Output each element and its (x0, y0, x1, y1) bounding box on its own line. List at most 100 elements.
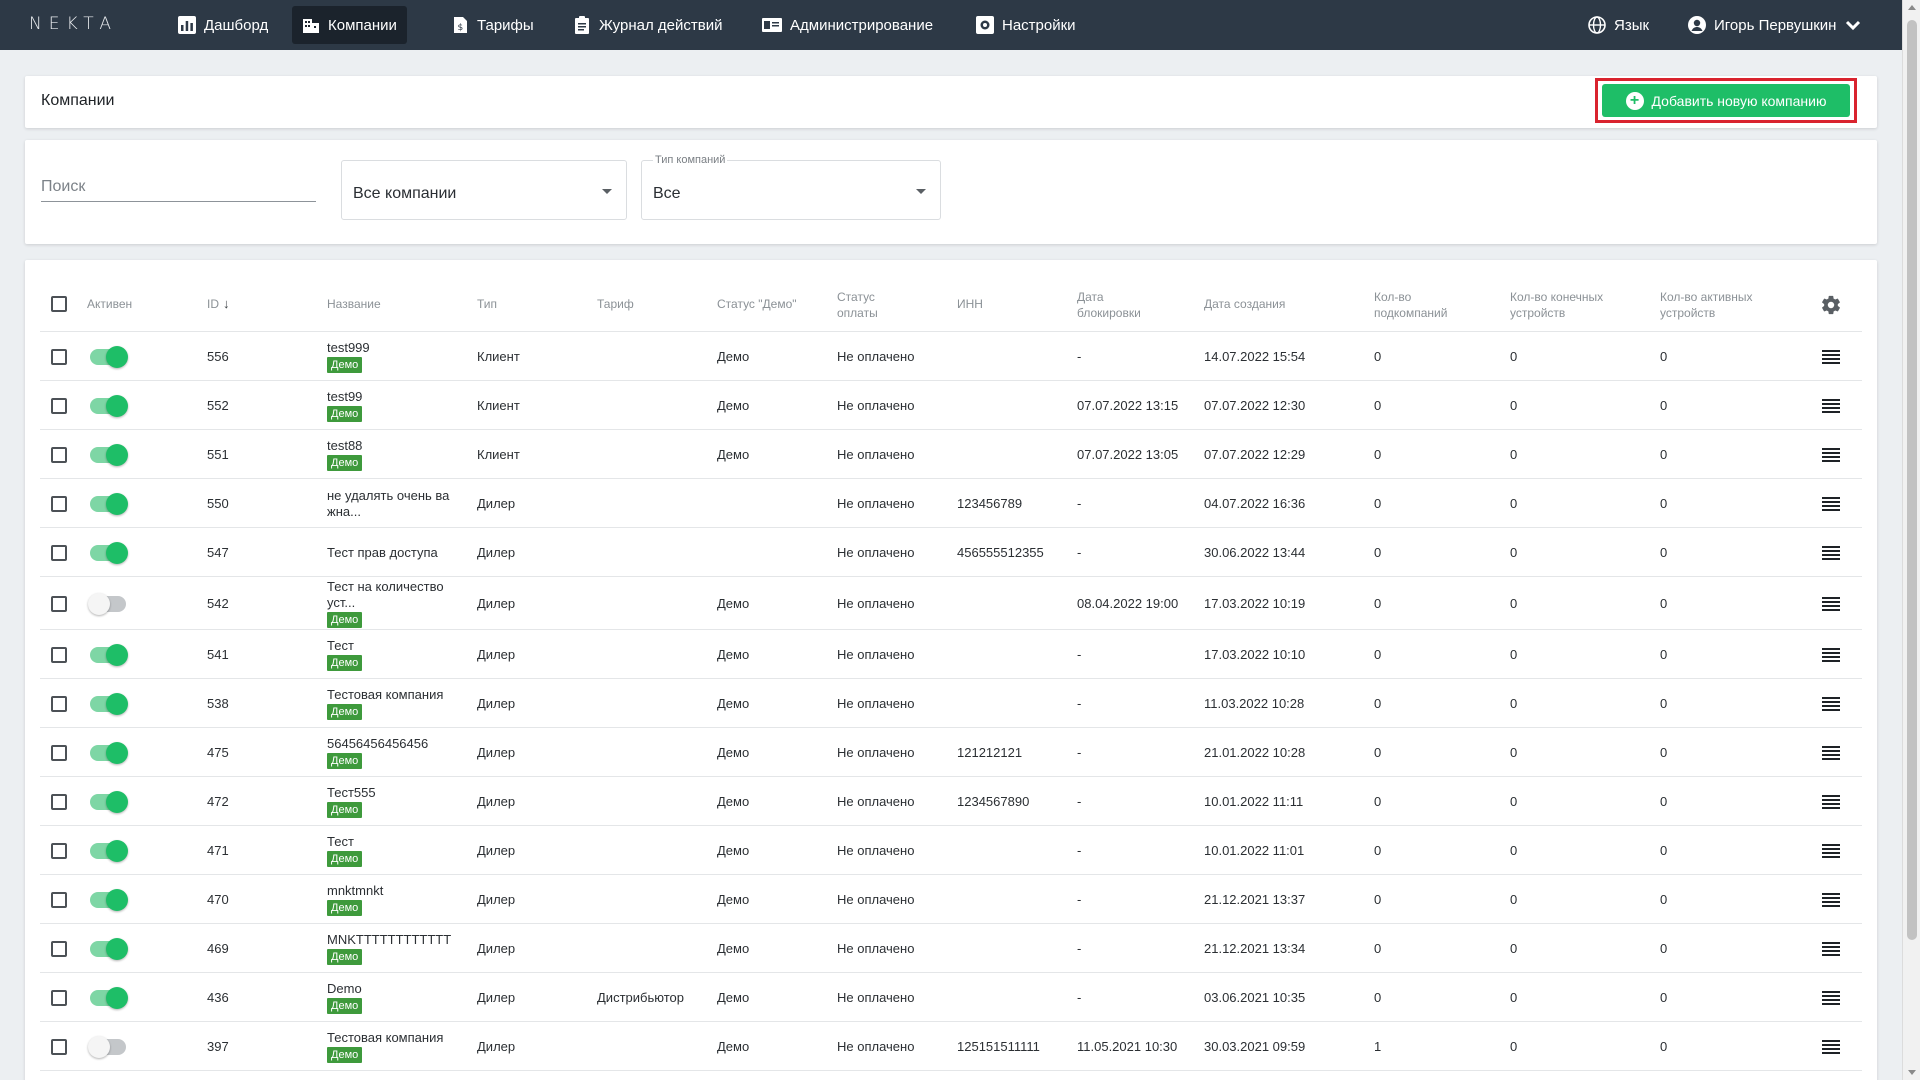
table-row[interactable]: Тестовая компания Демо 538 Дилер Демо Не опла… (40, 679, 1862, 728)
table-row[interactable]: test999 Демо 556 Клиент Демо Не оплачено -14.0… (40, 332, 1862, 381)
company-name[interactable]: не удалять очень ва жна... (327, 488, 462, 520)
active-toggle[interactable] (90, 791, 128, 813)
row-menu-icon[interactable] (1822, 497, 1840, 511)
active-toggle[interactable] (90, 693, 128, 715)
company-name-cell[interactable]: test99 Демо (327, 389, 462, 422)
company-name-cell[interactable]: Тестовая компания Демо (327, 687, 462, 720)
column-header-subcompanies[interactable]: Кол-во подкомпаний (1374, 289, 1474, 321)
row-checkbox[interactable] (51, 1039, 67, 1055)
page-scrollbar[interactable] (1902, 0, 1920, 1080)
company-name[interactable]: mnktmnkt (327, 883, 462, 899)
companies-filter-select[interactable]: Все компании (341, 160, 627, 220)
company-name[interactable]: Тестовая компания (327, 687, 462, 703)
column-header-id[interactable]: ID ↓ (207, 296, 230, 312)
table-row[interactable]: не удалять очень ва жна... 550 Дилер Не опл… (40, 479, 1862, 528)
company-name-cell[interactable]: mnktmnkt Демо (327, 883, 462, 916)
company-name-cell[interactable]: Тест прав доступа (327, 545, 462, 561)
row-menu-icon[interactable] (1822, 648, 1840, 662)
row-checkbox[interactable] (51, 545, 67, 561)
table-row[interactable]: test99 Демо 552 Клиент Демо Не оплачено 07.07.… (40, 381, 1862, 430)
row-menu-icon[interactable] (1822, 448, 1840, 462)
language-selector[interactable]: Язык (1578, 6, 1659, 44)
column-header-tariff[interactable]: Тариф (597, 296, 634, 312)
company-name-cell[interactable]: Тестовая компания Демо (327, 1030, 462, 1063)
company-name[interactable]: Тест (327, 834, 462, 850)
column-header-name[interactable]: Название (327, 296, 381, 312)
active-toggle[interactable] (90, 938, 128, 960)
search-input[interactable] (41, 172, 316, 202)
row-menu-icon[interactable] (1822, 350, 1840, 364)
select-all-checkbox[interactable] (51, 296, 67, 312)
company-name-cell[interactable]: Тест Демо (327, 638, 462, 671)
row-checkbox[interactable] (51, 794, 67, 810)
table-row[interactable]: Тест555 Демо 472 Дилер Демо Не оплачено 123456… (40, 777, 1862, 826)
nav-item-tariffs[interactable]: $ Тарифы (441, 6, 544, 44)
row-checkbox[interactable] (51, 745, 67, 761)
company-name[interactable]: Demo (327, 981, 462, 997)
table-row[interactable]: Тест Демо 541 Дилер Демо Не оплачено -17.03.20… (40, 630, 1862, 679)
active-toggle[interactable] (90, 444, 128, 466)
company-name-cell[interactable]: 56456456456456 Демо (327, 736, 462, 769)
row-checkbox[interactable] (51, 647, 67, 663)
row-checkbox[interactable] (51, 447, 67, 463)
table-row[interactable]: Demo Демо 436 Дилер Дистрибьютор Демо Не оплач… (40, 973, 1862, 1022)
add-company-button[interactable]: + Добавить новую компанию (1602, 84, 1850, 117)
column-header-created[interactable]: Дата создания (1204, 296, 1285, 312)
nav-item-dashboard[interactable]: Дашборд (168, 6, 278, 44)
active-toggle[interactable] (90, 840, 128, 862)
row-menu-icon[interactable] (1822, 697, 1840, 711)
row-checkbox[interactable] (51, 596, 67, 612)
scrollbar-thumb[interactable] (1907, 20, 1917, 940)
column-header-end-devices[interactable]: Кол-во конечных устройств (1510, 289, 1650, 321)
column-header-inn[interactable]: ИНН (957, 296, 983, 312)
column-header-active[interactable]: Активен (87, 296, 132, 312)
row-menu-icon[interactable] (1822, 795, 1840, 809)
company-name-cell[interactable]: Тест555 Демо (327, 785, 462, 818)
row-menu-icon[interactable] (1822, 991, 1840, 1005)
row-checkbox[interactable] (51, 496, 67, 512)
user-menu[interactable]: Игорь Первушкин (1678, 6, 1872, 44)
active-toggle[interactable] (90, 742, 128, 764)
scroll-down-arrow-icon[interactable] (1908, 1070, 1916, 1075)
row-menu-icon[interactable] (1822, 399, 1840, 413)
company-name[interactable]: Тестовая компания (327, 1030, 462, 1046)
company-type-select[interactable]: Тип компаний Все (641, 154, 941, 220)
table-settings-gear-icon[interactable] (1820, 294, 1842, 316)
row-menu-icon[interactable] (1822, 844, 1840, 858)
company-name[interactable]: Тест прав доступа (327, 545, 462, 561)
row-menu-icon[interactable] (1822, 1040, 1840, 1054)
row-checkbox[interactable] (51, 892, 67, 908)
table-row[interactable]: Тест прав доступа 547 Дилер Не оплачено 4565… (40, 528, 1862, 577)
column-header-payment-status[interactable]: Статус оплаты (837, 289, 897, 321)
active-toggle[interactable] (90, 987, 128, 1009)
company-name-cell[interactable]: не удалять очень ва жна... (327, 488, 462, 520)
row-menu-icon[interactable] (1822, 546, 1840, 560)
company-name[interactable]: Тест на количество уст... (327, 579, 462, 611)
row-checkbox[interactable] (51, 398, 67, 414)
row-checkbox[interactable] (51, 349, 67, 365)
nav-item-action-log[interactable]: Журнал действий (563, 6, 732, 44)
row-menu-icon[interactable] (1822, 746, 1840, 760)
table-row[interactable]: 56456456456456 Демо 475 Дилер Демо Не оплачен… (40, 728, 1862, 777)
logo[interactable]: NEKTA (29, 14, 118, 34)
row-checkbox[interactable] (51, 696, 67, 712)
row-checkbox[interactable] (51, 843, 67, 859)
table-row[interactable]: MNKTTTTTTTTTTTT Демо 469 Дилер Демо Не оплаче… (40, 924, 1862, 973)
column-header-active-devices[interactable]: Кол-во активных устройств (1660, 289, 1790, 321)
table-row[interactable]: Тестовая компания Демо 397 Дилер Демо Не опла… (40, 1022, 1862, 1071)
company-name-cell[interactable]: MNKTTTTTTTTTTTT Демо (327, 932, 462, 965)
nav-item-companies[interactable]: Компании (292, 6, 407, 44)
active-toggle[interactable] (90, 644, 128, 666)
active-toggle[interactable] (90, 542, 128, 564)
column-header-demo-status[interactable]: Статус "Демо" (717, 296, 797, 312)
company-name[interactable]: 56456456456456 (327, 736, 462, 752)
company-name[interactable]: MNKTTTTTTTTTTTT (327, 932, 462, 948)
company-name-cell[interactable]: Demo Демо (327, 981, 462, 1014)
company-name-cell[interactable]: test999 Демо (327, 340, 462, 373)
column-header-type[interactable]: Тип (477, 296, 497, 312)
scroll-up-arrow-icon[interactable] (1908, 5, 1916, 10)
column-header-block-date[interactable]: Дата блокировки (1077, 289, 1157, 321)
row-checkbox[interactable] (51, 941, 67, 957)
company-name-cell[interactable]: Тест Демо (327, 834, 462, 867)
company-name[interactable]: test88 (327, 438, 462, 454)
